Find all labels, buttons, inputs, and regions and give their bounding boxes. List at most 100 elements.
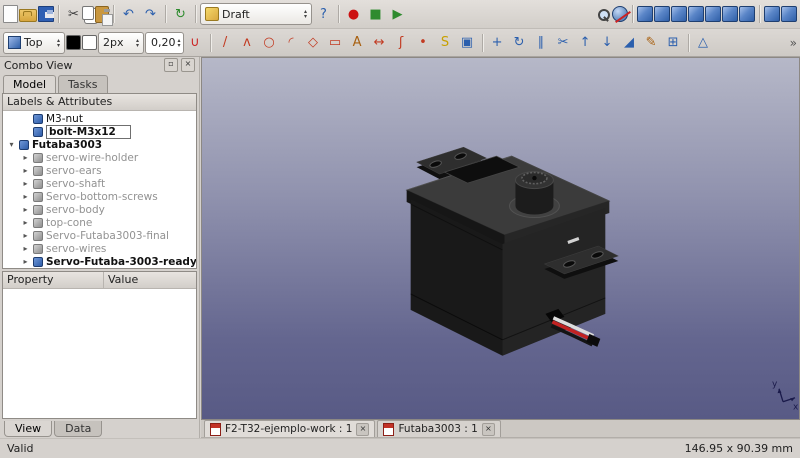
tab-tasks[interactable]: Tasks xyxy=(58,75,107,93)
tree-item[interactable]: ▸servo-wires xyxy=(3,242,196,255)
view-right-icon[interactable] xyxy=(688,6,704,22)
workbench-selector[interactable]: Draft ▴▾ xyxy=(200,3,312,25)
tab-model[interactable]: Model xyxy=(3,75,56,93)
macro-play-icon[interactable]: ▶ xyxy=(387,4,408,25)
expand-arrow-icon[interactable]: ▸ xyxy=(21,244,30,253)
draft-dimension-icon[interactable]: ↔ xyxy=(369,32,390,53)
view-bottom-icon[interactable] xyxy=(722,6,738,22)
refresh-icon[interactable]: ↻ xyxy=(170,4,191,25)
panel-title-bar[interactable]: Combo View ▫ × xyxy=(0,57,199,73)
undo-icon[interactable]: ↶ xyxy=(118,4,139,25)
draft-downgrade-icon[interactable]: ↓ xyxy=(597,32,618,53)
tree-item[interactable]: ▸Servo-Futaba-3003-ready xyxy=(3,255,196,268)
property-column-header[interactable]: Property xyxy=(3,272,104,288)
tree-item[interactable]: ▾Futaba3003 xyxy=(3,138,196,151)
close-tab-icon[interactable]: × xyxy=(356,423,369,436)
paste-icon[interactable] xyxy=(95,6,109,23)
close-tab-icon[interactable]: × xyxy=(482,423,495,436)
expand-arrow-icon[interactable]: ▸ xyxy=(21,166,30,175)
view-fit-all-icon[interactable] xyxy=(595,6,611,22)
snap-toggle-icon[interactable]: ∪ xyxy=(185,32,206,53)
tree-item[interactable]: bolt-M3x12 xyxy=(3,125,196,138)
draft-shapestring-icon[interactable]: S xyxy=(435,32,456,53)
spin-down-icon[interactable]: ▾ xyxy=(304,14,307,19)
draft-circle-icon[interactable]: ○ xyxy=(259,32,280,53)
draft-offset-icon[interactable]: ∥ xyxy=(531,32,552,53)
tree-item[interactable]: ▸Servo-Futaba3003-final xyxy=(3,229,196,242)
draw-style-icon[interactable] xyxy=(612,6,628,22)
expand-arrow-icon[interactable]: ▸ xyxy=(21,192,30,201)
draft-polygon-icon[interactable]: ◇ xyxy=(303,32,324,53)
mdi-tab[interactable]: F2-T32-ejemplo-work : 1× xyxy=(204,420,375,437)
document-icon xyxy=(383,423,394,436)
view-rear-icon[interactable] xyxy=(705,6,721,22)
draft-trimex-icon[interactable]: ✂ xyxy=(553,32,574,53)
view-rotate-right-icon[interactable] xyxy=(781,6,797,22)
open-document-icon[interactable] xyxy=(19,9,37,22)
tab-view[interactable]: View xyxy=(4,421,52,437)
spin-down-icon[interactable]: ▾ xyxy=(57,43,60,48)
toolbar-separator xyxy=(338,5,339,23)
line-color-swatch[interactable] xyxy=(66,35,81,50)
draft-move-icon[interactable]: + xyxy=(487,32,508,53)
view-left-icon[interactable] xyxy=(739,6,755,22)
expand-arrow-icon[interactable]: ▸ xyxy=(21,153,30,162)
macro-stop-icon[interactable]: ■ xyxy=(365,4,386,25)
macro-record-icon[interactable]: ● xyxy=(343,4,364,25)
draft-arc-icon[interactable]: ◜ xyxy=(281,32,302,53)
expand-arrow-icon[interactable]: ▾ xyxy=(7,140,16,149)
whatsthis-icon[interactable]: ? xyxy=(313,4,334,25)
tree-item[interactable]: ▸top-cone xyxy=(3,216,196,229)
tree-item-icon xyxy=(33,166,43,176)
toolbar-overflow-icon[interactable]: » xyxy=(790,36,797,50)
tree-item-icon xyxy=(33,192,43,202)
tree-item[interactable]: ▸servo-wire-holder xyxy=(3,151,196,164)
draft-clone-icon[interactable]: ⊞ xyxy=(663,32,684,53)
draft-facebinder-icon[interactable]: ▣ xyxy=(457,32,478,53)
cut-icon[interactable]: ✂ xyxy=(63,4,84,25)
redo-icon[interactable]: ↷ xyxy=(140,4,161,25)
expand-arrow-icon[interactable]: ▸ xyxy=(21,218,30,227)
face-color-swatch[interactable] xyxy=(82,35,97,50)
mdi-tab[interactable]: Futaba3003 : 1× xyxy=(377,420,500,437)
tree-item[interactable]: ▸Servo-bottom-screws xyxy=(3,190,196,203)
working-plane-selector[interactable]: Top ▴▾ xyxy=(3,32,65,54)
tree-item[interactable]: ▸servo-ears xyxy=(3,164,196,177)
3d-viewport[interactable]: x y xyxy=(201,57,800,420)
tree-item[interactable]: M3-nut xyxy=(3,112,196,125)
tab-data[interactable]: Data xyxy=(54,421,102,437)
view-rotate-left-icon[interactable] xyxy=(764,6,780,22)
offset-spinbox[interactable]: 0,20 ▴▾ xyxy=(145,32,184,54)
draft-bspline-icon[interactable]: ʃ xyxy=(391,32,412,53)
view-top-icon[interactable] xyxy=(671,6,687,22)
close-panel-icon[interactable]: × xyxy=(181,58,195,72)
expand-arrow-icon[interactable]: ▸ xyxy=(21,179,30,188)
draft-line-icon[interactable]: / xyxy=(215,32,236,53)
new-document-icon[interactable] xyxy=(3,5,18,23)
tree-item[interactable]: ▸servo-shaft xyxy=(3,177,196,190)
draft-rectangle-icon[interactable]: ▭ xyxy=(325,32,346,53)
draft-upgrade-icon[interactable]: ↑ xyxy=(575,32,596,53)
spin-down-icon[interactable]: ▾ xyxy=(136,43,139,48)
draft-rotate-icon[interactable]: ↻ xyxy=(509,32,530,53)
draft-construction-icon[interactable]: △ xyxy=(693,32,714,53)
spin-down-icon[interactable]: ▾ xyxy=(178,43,181,48)
line-width-selector[interactable]: 2px ▴▾ xyxy=(98,32,144,54)
draft-wire-icon[interactable]: ʌ xyxy=(237,32,258,53)
expand-arrow-icon[interactable]: ▸ xyxy=(21,231,30,240)
tree-item[interactable]: ▸servo-body xyxy=(3,203,196,216)
draft-text-icon[interactable]: A xyxy=(347,32,368,53)
expand-arrow-icon[interactable]: ▸ xyxy=(21,257,30,266)
view-front-icon[interactable] xyxy=(654,6,670,22)
float-panel-icon[interactable]: ▫ xyxy=(164,58,178,72)
view-axonometric-icon[interactable] xyxy=(637,6,653,22)
expand-arrow-icon[interactable]: ▸ xyxy=(21,205,30,214)
draft-point-icon[interactable]: • xyxy=(413,32,434,53)
rename-input[interactable]: bolt-M3x12 xyxy=(46,125,131,139)
save-icon[interactable] xyxy=(38,6,54,22)
servo-model[interactable] xyxy=(407,147,619,356)
copy-icon[interactable] xyxy=(82,6,94,20)
draft-edit-icon[interactable]: ✎ xyxy=(641,32,662,53)
draft-scale-icon[interactable]: ◢ xyxy=(619,32,640,53)
value-column-header[interactable]: Value xyxy=(104,272,142,288)
